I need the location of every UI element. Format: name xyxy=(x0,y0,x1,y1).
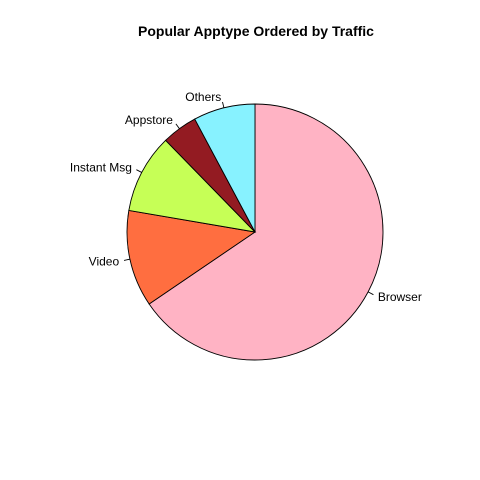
pie-leader-instant-msg xyxy=(136,169,142,173)
pie-label-video: Video xyxy=(89,254,120,268)
pie-chart: Popular Apptype Ordered by Traffic Brows… xyxy=(0,0,480,480)
chart-title: Popular Apptype Ordered by Traffic xyxy=(138,23,374,39)
pie-slices xyxy=(126,103,384,361)
pie-leader-others xyxy=(222,101,225,108)
pie-label-instant-msg: Instant Msg xyxy=(70,160,132,174)
pie-label-others: Others xyxy=(185,90,221,104)
pie-leader-appstore xyxy=(175,123,180,129)
pie-label-browser: Browser xyxy=(378,290,422,304)
pie-label-appstore: Appstore xyxy=(125,113,173,127)
pie-leader-video xyxy=(123,258,131,261)
pie-chart-svg: Popular Apptype Ordered by Traffic Brows… xyxy=(70,23,422,361)
pie-leader-browser xyxy=(367,291,374,296)
